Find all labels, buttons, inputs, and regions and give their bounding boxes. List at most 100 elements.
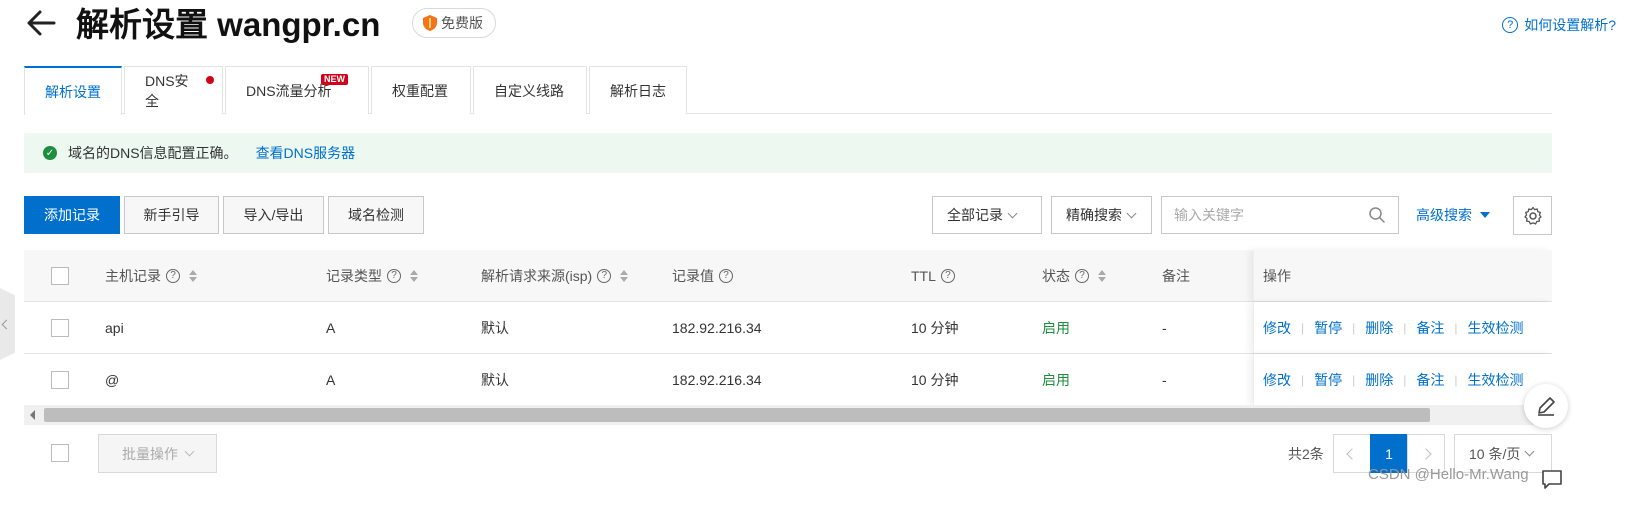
record-filter-value: 全部记录	[947, 207, 1003, 223]
record-filter-select[interactable]: 全部记录	[932, 196, 1042, 234]
search-icon[interactable]	[1368, 206, 1386, 224]
search-box	[1161, 196, 1399, 234]
cell-status: 启用	[1042, 371, 1070, 388]
table-settings-button[interactable]	[1513, 196, 1552, 235]
edition-badge: 免费版	[412, 8, 496, 38]
back-arrow-icon[interactable]	[24, 6, 58, 40]
page-size-value: 10 条/页	[1469, 445, 1521, 462]
advanced-search-toggle[interactable]: 高级搜索	[1416, 205, 1490, 225]
new-badge: NEW	[321, 74, 348, 85]
chevron-down-icon	[1126, 208, 1137, 218]
column-label: 记录类型	[326, 267, 382, 284]
actions-column-header: 操作	[1253, 250, 1552, 301]
table-header: 主机记录 ? 记录类型 ? 解析请求来源(isp) ? 记录值 ? TTL ? …	[24, 250, 1552, 302]
tab-dns-settings[interactable]: 解析设置	[24, 66, 122, 115]
tab-dns-logs[interactable]: 解析日志	[589, 66, 687, 114]
column-remark: 备注	[1162, 250, 1190, 301]
remark-action[interactable]: 备注	[1416, 318, 1444, 338]
sidebar-collapse-handle[interactable]	[0, 288, 15, 360]
chat-icon	[1542, 470, 1562, 489]
domain-check-button[interactable]: 域名检测	[328, 196, 424, 234]
help-circle-icon[interactable]: ?	[387, 268, 401, 283]
column-host: 主机记录 ?	[105, 250, 197, 301]
column-label: 主机记录	[105, 267, 161, 284]
column-label: 解析请求来源(isp)	[481, 267, 593, 284]
tab-label: 权重配置	[392, 82, 448, 99]
feedback-button[interactable]	[1524, 384, 1568, 428]
delete-action[interactable]: 删除	[1365, 318, 1393, 338]
select-all-checkbox[interactable]	[51, 266, 69, 285]
column-value: 记录值 ?	[672, 250, 733, 301]
search-input[interactable]	[1174, 207, 1368, 223]
help-circle-icon[interactable]: ?	[719, 268, 733, 283]
add-record-button[interactable]: 添加记录	[24, 196, 120, 234]
help-link[interactable]: ? 如何设置解析?	[1502, 15, 1616, 35]
total-count: 共2条	[1288, 446, 1324, 462]
edit-pen-icon	[1538, 397, 1555, 416]
tab-weight-config[interactable]: 权重配置	[371, 66, 471, 114]
edit-action[interactable]: 修改	[1263, 318, 1291, 338]
cell-isp: 默认	[481, 371, 509, 388]
sort-icon[interactable]	[189, 269, 197, 282]
gear-icon	[1523, 206, 1542, 225]
tab-custom-lines[interactable]: 自定义线路	[473, 66, 587, 114]
pause-action[interactable]: 暂停	[1314, 318, 1342, 338]
help-circle-icon: ?	[1502, 17, 1519, 33]
row-checkbox[interactable]	[51, 318, 69, 337]
scrollbar-thumb[interactable]	[44, 408, 1430, 422]
search-mode-select[interactable]: 精确搜索	[1051, 196, 1152, 234]
pause-action[interactable]: 暂停	[1314, 370, 1342, 390]
edit-action[interactable]: 修改	[1263, 370, 1291, 390]
column-isp: 解析请求来源(isp) ?	[481, 250, 629, 301]
alert-message: 域名的DNS信息配置正确。	[68, 145, 238, 161]
column-label: 操作	[1263, 267, 1291, 284]
guide-button[interactable]: 新手引导	[124, 196, 219, 234]
search-mode-value: 精确搜索	[1066, 207, 1122, 223]
shield-icon	[423, 15, 437, 31]
caret-down-icon	[1480, 212, 1490, 218]
batch-operations-button[interactable]: 批量操作	[98, 434, 217, 473]
cell-value: 182.92.216.34	[672, 371, 762, 388]
help-circle-icon[interactable]: ?	[1075, 268, 1089, 283]
help-circle-icon[interactable]: ?	[166, 268, 180, 283]
column-label: 状态	[1042, 267, 1070, 284]
tab-label: DNS流量分析	[246, 82, 332, 99]
chevron-down-icon	[184, 446, 195, 457]
view-dns-servers-link[interactable]: 查看DNS服务器	[256, 143, 356, 163]
tab-dns-traffic-analysis[interactable]: DNS流量分析 NEW	[225, 66, 369, 114]
cell-ttl: 10 分钟	[911, 371, 959, 388]
cell-host: api	[105, 319, 124, 336]
dns-records-table: 主机记录 ? 记录类型 ? 解析请求来源(isp) ? 记录值 ? TTL ? …	[24, 250, 1552, 406]
help-circle-icon[interactable]: ?	[597, 268, 612, 283]
sort-icon[interactable]	[620, 269, 629, 282]
check-effect-action[interactable]: 生效检测	[1468, 370, 1524, 390]
batch-operations-label: 批量操作	[122, 445, 178, 462]
import-export-button[interactable]: 导入/导出	[223, 196, 324, 234]
tab-dns-security[interactable]: DNS安全	[124, 66, 223, 114]
remark-action[interactable]: 备注	[1416, 370, 1444, 390]
chevron-right-icon	[1420, 447, 1432, 460]
cell-remark: -	[1162, 319, 1167, 336]
select-all-checkbox-footer[interactable]	[51, 444, 69, 462]
column-type: 记录类型 ?	[326, 250, 418, 301]
tab-bar: 解析设置 DNS安全 DNS流量分析 NEW 权重配置 自定义线路 解析日志	[24, 66, 1552, 115]
check-circle-icon: ✓	[43, 146, 57, 160]
tab-label: 解析设置	[45, 83, 101, 100]
column-label: 备注	[1162, 267, 1190, 284]
delete-action[interactable]: 删除	[1365, 370, 1393, 390]
success-alert: ✓ 域名的DNS信息配置正确。 查看DNS服务器	[24, 133, 1552, 173]
sort-icon[interactable]	[1098, 269, 1106, 282]
watermark: CSDN @Hello-Mr.Wang	[1368, 466, 1529, 483]
chat-button[interactable]	[1537, 464, 1567, 494]
column-ttl: TTL ?	[911, 250, 955, 301]
cell-status: 启用	[1042, 319, 1070, 336]
sort-icon[interactable]	[410, 269, 418, 282]
help-circle-icon[interactable]: ?	[940, 268, 955, 283]
prev-page-button[interactable]	[1333, 434, 1371, 473]
cell-ttl: 10 分钟	[911, 319, 959, 336]
horizontal-scrollbar[interactable]	[24, 405, 1552, 425]
advanced-search-label: 高级搜索	[1416, 207, 1472, 223]
scroll-left-arrow-icon[interactable]	[30, 410, 35, 420]
check-effect-action[interactable]: 生效检测	[1468, 318, 1524, 338]
row-checkbox[interactable]	[51, 370, 69, 389]
